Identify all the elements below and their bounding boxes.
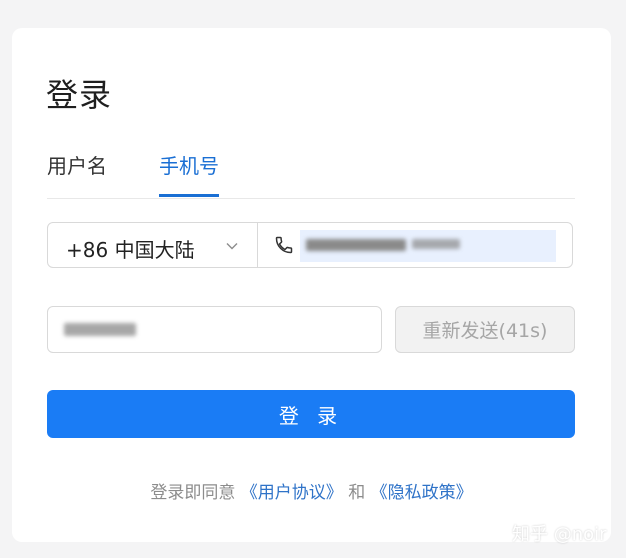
redacted-phone-mask-tail [412,239,460,249]
privacy-policy-link[interactable]: 《隐私政策》 [371,483,473,503]
resend-code-button[interactable]: 重新发送(41s) [395,306,575,353]
login-tabs: 用户名 手机号 [47,150,575,199]
watermark: 知乎 @noir [512,524,607,545]
login-card: 登录 用户名 手机号 +86 中国大陆 重新发送(41s) 登 录 登录即同意 … [12,28,611,542]
agreement-conjunction: 和 [348,483,366,503]
region-select-label: +86 中国大陆 [66,238,195,262]
agreement-prefix: 登录即同意 [150,483,236,503]
page-title: 登录 [46,76,113,114]
redacted-code-mask [64,323,136,336]
phone-field-group: +86 中国大陆 [47,222,573,268]
tab-username[interactable]: 用户名 [47,150,107,197]
region-select[interactable]: +86 中国大陆 [48,223,258,267]
chevron-down-icon [226,237,238,250]
login-button[interactable]: 登 录 [47,390,575,438]
tab-phone[interactable]: 手机号 [159,150,219,197]
verification-code-field [47,306,382,353]
redacted-phone-mask [306,239,406,251]
agreement-text: 登录即同意 《用户协议》 和 《隐私政策》 [12,478,611,503]
user-agreement-link[interactable]: 《用户协议》 [241,483,343,503]
phone-icon [274,235,294,255]
